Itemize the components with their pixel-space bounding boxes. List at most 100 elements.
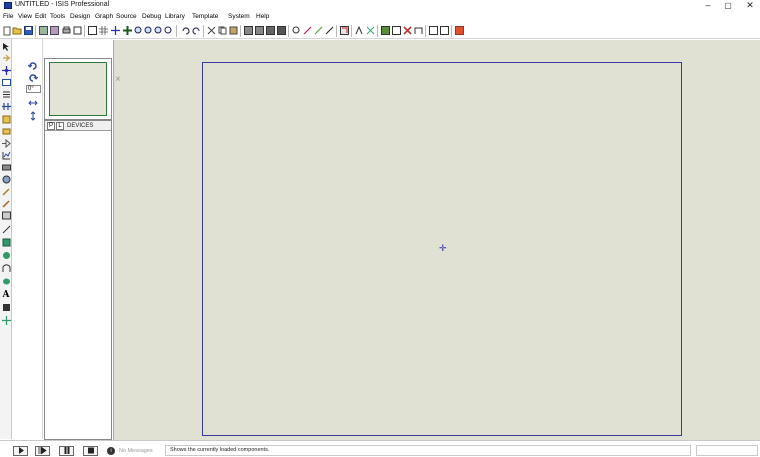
component-mode-icon[interactable]	[1, 53, 11, 64]
menu-graph[interactable]: Graph	[95, 13, 113, 20]
status-bar: i No Messages Shows the currently loaded…	[0, 440, 760, 457]
import-section-icon[interactable]	[38, 25, 48, 36]
print-icon[interactable]	[61, 25, 71, 36]
decompose-icon[interactable]	[324, 25, 334, 36]
cut-icon[interactable]	[206, 25, 216, 36]
toolbar-separator	[451, 25, 452, 37]
make-device-icon[interactable]	[302, 25, 312, 36]
circle-mode-icon[interactable]	[1, 250, 11, 261]
text-mode-icon[interactable]: A	[1, 289, 11, 300]
zoom-in-icon[interactable]	[133, 25, 143, 36]
zoom-all-icon[interactable]	[153, 25, 163, 36]
text-script-mode-icon[interactable]	[1, 89, 11, 100]
wire-autorouter-icon[interactable]	[339, 25, 349, 36]
origin-marker-icon: ✛	[439, 243, 447, 253]
line-mode-icon[interactable]	[1, 224, 11, 235]
symbols-mode-icon[interactable]	[1, 302, 11, 313]
info-icon: i	[107, 447, 115, 455]
netlist-to-ares-icon[interactable]	[454, 25, 464, 36]
toolbar-separator	[203, 25, 204, 37]
copy-icon[interactable]	[217, 25, 227, 36]
voltage-probe-mode-icon[interactable]	[1, 186, 11, 197]
menu-view[interactable]: View	[18, 13, 32, 20]
virtual-instruments-mode-icon[interactable]	[1, 210, 11, 221]
false-origin-icon[interactable]	[110, 25, 120, 36]
block-rotate-icon[interactable]	[265, 25, 275, 36]
message-count[interactable]: No Messages	[119, 448, 153, 454]
menu-template[interactable]: Template	[192, 13, 218, 20]
subcircuit-mode-icon[interactable]	[1, 114, 11, 125]
exit-to-parent-icon[interactable]	[413, 25, 423, 36]
menu-edit[interactable]: Edit	[35, 13, 46, 20]
play-button[interactable]	[13, 446, 28, 456]
new-file-icon[interactable]	[2, 25, 12, 36]
overview-window[interactable]	[44, 58, 112, 120]
box-mode-icon[interactable]	[1, 237, 11, 248]
menu-library[interactable]: Library	[165, 13, 185, 20]
mirror-horizontal-icon[interactable]	[27, 98, 39, 109]
undo-icon[interactable]	[180, 25, 190, 36]
tape-recorder-mode-icon[interactable]	[1, 162, 11, 173]
menu-debug[interactable]: Debug	[142, 13, 161, 20]
status-hint: Shows the currently loaded components.	[165, 445, 691, 456]
electrical-rules-icon[interactable]	[439, 25, 449, 36]
property-assignment-icon[interactable]	[365, 25, 375, 36]
remove-sheet-icon[interactable]	[402, 25, 412, 36]
toolbar-separator	[336, 25, 337, 37]
zoom-area-icon[interactable]	[163, 25, 173, 36]
grid-icon[interactable]	[98, 25, 108, 36]
pan-icon[interactable]	[122, 25, 132, 36]
generator-mode-icon[interactable]	[1, 174, 11, 185]
open-folder-icon[interactable]	[12, 25, 22, 36]
markers-mode-icon[interactable]	[1, 315, 11, 326]
menu-file[interactable]: File	[3, 13, 13, 20]
new-sheet-icon[interactable]	[380, 25, 390, 36]
mode-toolbar: A	[0, 39, 12, 439]
search-tag-icon[interactable]	[354, 25, 364, 36]
stop-button[interactable]	[83, 446, 98, 456]
menu-help[interactable]: Help	[256, 13, 269, 20]
close-button[interactable]: ✕	[742, 0, 758, 11]
close-panel-icon[interactable]: ×	[115, 74, 121, 85]
block-delete-icon[interactable]	[276, 25, 286, 36]
redo-icon[interactable]	[191, 25, 201, 36]
save-icon[interactable]	[23, 25, 33, 36]
terminals-mode-icon[interactable]	[1, 126, 11, 137]
export-section-icon[interactable]	[49, 25, 59, 36]
pause-button[interactable]	[59, 446, 74, 456]
junction-dot-mode-icon[interactable]	[1, 65, 11, 76]
block-copy-icon[interactable]	[243, 25, 253, 36]
menu-source[interactable]: Source	[116, 13, 137, 20]
menu-system[interactable]: System	[228, 13, 250, 20]
packaging-tool-icon[interactable]	[313, 25, 323, 36]
design-explorer-icon[interactable]	[391, 25, 401, 36]
paste-icon[interactable]	[228, 25, 238, 36]
mirror-vertical-icon[interactable]	[27, 111, 39, 122]
closed-path-mode-icon[interactable]	[1, 276, 11, 287]
redraw-icon[interactable]	[87, 25, 97, 36]
buses-mode-icon[interactable]	[1, 101, 11, 112]
current-probe-mode-icon[interactable]	[1, 198, 11, 209]
step-button[interactable]	[35, 446, 50, 456]
maximize-button[interactable]: ▢	[720, 0, 736, 11]
device-pins-mode-icon[interactable]	[1, 138, 11, 149]
menu-tools[interactable]: Tools	[50, 13, 65, 20]
arc-mode-icon[interactable]	[1, 263, 11, 274]
toolbar-separator	[240, 25, 241, 37]
selection-mode-icon[interactable]	[1, 41, 11, 52]
bill-of-materials-icon[interactable]	[428, 25, 438, 36]
rotate-anticlockwise-icon[interactable]	[27, 73, 39, 84]
graph-mode-icon[interactable]	[1, 150, 11, 161]
library-manager-button[interactable]: L	[56, 122, 64, 130]
rotate-clockwise-icon[interactable]	[27, 61, 39, 72]
print-area-icon[interactable]	[72, 25, 82, 36]
minimize-button[interactable]: –	[700, 0, 716, 11]
pick-device-icon[interactable]	[291, 25, 301, 36]
editing-window[interactable]: × ✛	[113, 40, 760, 440]
pick-devices-button[interactable]: P	[47, 122, 55, 130]
menu-design[interactable]: Design	[70, 13, 90, 20]
wire-label-mode-icon[interactable]	[1, 77, 11, 88]
zoom-out-icon[interactable]	[143, 25, 153, 36]
block-move-icon[interactable]	[254, 25, 264, 36]
rotation-angle-field[interactable]: 0°	[26, 85, 41, 93]
